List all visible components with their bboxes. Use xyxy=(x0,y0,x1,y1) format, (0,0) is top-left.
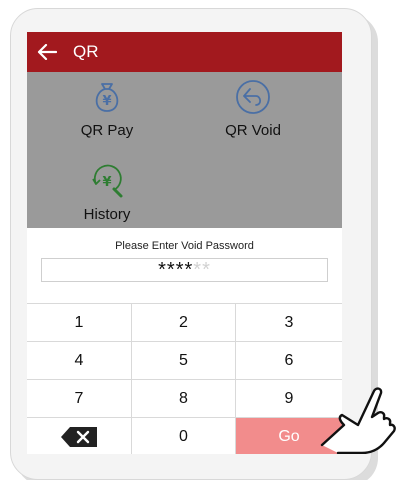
password-prompt: Please Enter Void Password xyxy=(115,240,254,252)
history-search-icon: ¥ xyxy=(67,162,147,204)
back-arrow-icon[interactable] xyxy=(27,32,67,72)
keypad-row: 7 8 9 xyxy=(27,379,342,417)
app-bar: QR xyxy=(27,32,342,72)
delete-key[interactable] xyxy=(27,418,132,454)
key-2[interactable]: 2 xyxy=(132,304,236,341)
menu-label-history: History xyxy=(83,206,131,223)
app-bar-title: QR xyxy=(73,42,99,61)
money-bag-icon: ¥ xyxy=(67,78,147,120)
svg-text:¥: ¥ xyxy=(102,94,111,109)
password-remaining: ** xyxy=(193,259,211,281)
key-0[interactable]: 0 xyxy=(132,418,236,454)
key-3[interactable]: 3 xyxy=(236,304,342,341)
password-dialog: Please Enter Void Password ****** 1 2 3 … xyxy=(27,228,342,454)
key-4[interactable]: 4 xyxy=(27,342,132,379)
menu-item-qr-pay[interactable]: ¥ QR Pay xyxy=(67,78,147,139)
numeric-keypad: 1 2 3 4 5 6 7 8 9 0 Go xyxy=(27,303,342,454)
key-6[interactable]: 6 xyxy=(236,342,342,379)
key-7[interactable]: 7 xyxy=(27,380,132,417)
menu-label-qr-pay: QR Pay xyxy=(80,122,134,139)
keypad-row: 0 Go xyxy=(27,417,342,454)
menu-item-history[interactable]: ¥ History xyxy=(67,162,147,223)
key-1[interactable]: 1 xyxy=(27,304,132,341)
svg-text:¥: ¥ xyxy=(102,175,111,190)
app-screen: QR ¥ QR Pay QR Void ¥ History Please Ent… xyxy=(27,32,342,454)
key-5[interactable]: 5 xyxy=(132,342,236,379)
keypad-row: 1 2 3 xyxy=(27,303,342,341)
pointing-hand-icon xyxy=(318,375,398,459)
keypad-row: 4 5 6 xyxy=(27,341,342,379)
password-entered: **** xyxy=(158,259,194,281)
backspace-icon xyxy=(60,426,98,448)
menu-label-qr-void: QR Void xyxy=(225,122,281,139)
undo-circle-icon xyxy=(213,78,293,120)
menu-item-qr-void[interactable]: QR Void xyxy=(213,78,293,139)
key-8[interactable]: 8 xyxy=(132,380,236,417)
password-field[interactable]: ****** xyxy=(41,258,328,282)
